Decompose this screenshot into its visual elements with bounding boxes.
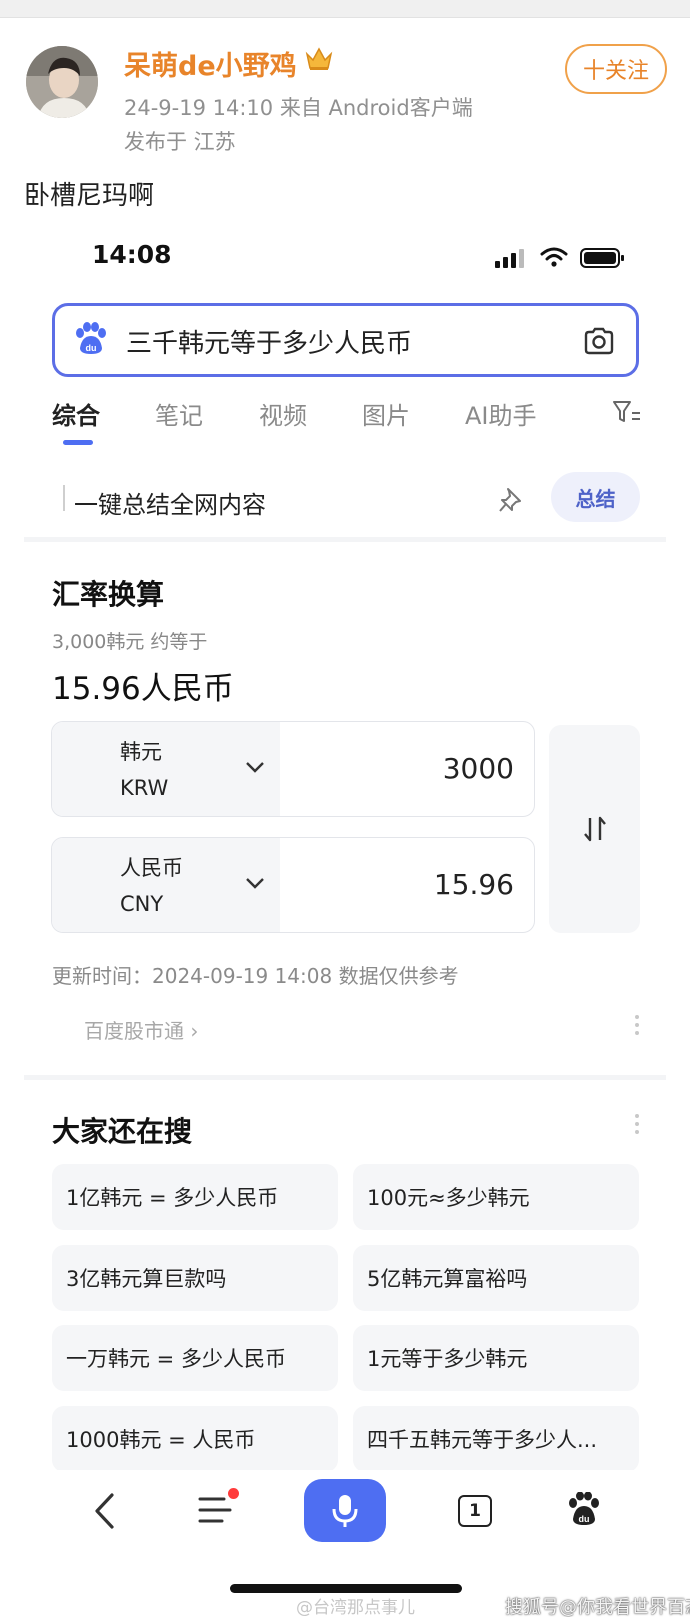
converter-title: 汇率换算 bbox=[52, 578, 165, 611]
related-search-chip[interactable]: 一万韩元 = 多少人民币 bbox=[52, 1325, 338, 1391]
related-search-chip[interactable]: 1元等于多少韩元 bbox=[353, 1325, 639, 1391]
to-currency-name: 人民币 bbox=[120, 856, 183, 880]
update-time: 更新时间：2024-09-19 14:08 数据仅供参考 bbox=[52, 964, 459, 988]
microphone-icon bbox=[332, 1494, 358, 1527]
signal-icon bbox=[495, 249, 524, 268]
home-indicator bbox=[230, 1584, 462, 1593]
related-title: 大家还在搜 bbox=[52, 1115, 193, 1148]
related-search-chip[interactable]: 1000韩元 = 人民币 bbox=[52, 1406, 338, 1472]
watermark-left: @台湾那点事儿 bbox=[296, 1598, 415, 1617]
related-search-chip[interactable]: 四千五韩元等于多少人... bbox=[353, 1406, 639, 1472]
active-tab-indicator bbox=[63, 440, 93, 445]
related-search-chip[interactable]: 3亿韩元算巨款吗 bbox=[52, 1245, 338, 1311]
to-currency-row: 人民币 CNY 15.96 bbox=[51, 837, 535, 933]
related-search-chip[interactable]: 1亿韩元 = 多少人民币 bbox=[52, 1164, 338, 1230]
chevron-down-icon bbox=[246, 762, 264, 773]
voice-search-button[interactable] bbox=[304, 1479, 386, 1542]
from-currency-code: KRW bbox=[120, 776, 169, 800]
baidu-paw-icon[interactable]: du bbox=[566, 1492, 602, 1526]
wifi-icon bbox=[540, 247, 568, 267]
svg-text:du: du bbox=[579, 1514, 590, 1524]
avatar[interactable] bbox=[26, 46, 98, 118]
from-currency-row: 韩元 KRW 3000 bbox=[51, 721, 535, 817]
tab-笔记[interactable]: 笔记 bbox=[155, 396, 203, 431]
notification-dot bbox=[228, 1488, 239, 1499]
camera-icon[interactable] bbox=[583, 327, 615, 355]
to-currency-code: CNY bbox=[120, 892, 164, 916]
watermark-right: 搜狐号@你我看世界百态 bbox=[505, 1597, 690, 1617]
post-meta: 24-9-19 14:10 来自 Android客户端 bbox=[124, 96, 473, 120]
to-amount-input[interactable]: 15.96 bbox=[434, 868, 514, 901]
from-currency-select[interactable]: 韩元 KRW bbox=[52, 722, 280, 816]
baidu-paw-icon: du bbox=[76, 322, 106, 354]
crown-icon bbox=[305, 47, 333, 70]
section-divider bbox=[24, 537, 666, 542]
more-options-icon[interactable] bbox=[634, 1015, 640, 1039]
summary-bar-marker bbox=[63, 485, 65, 511]
window-count-button[interactable]: 1 bbox=[458, 1495, 492, 1527]
search-query[interactable]: 三千韩元等于多少人民币 bbox=[126, 323, 412, 360]
source-link[interactable]: 百度股市通 › bbox=[84, 1015, 198, 1044]
tab-图片[interactable]: 图片 bbox=[362, 396, 410, 431]
swap-currency-button[interactable] bbox=[549, 725, 640, 933]
section-divider bbox=[24, 1075, 666, 1080]
filter-icon[interactable] bbox=[612, 399, 642, 425]
from-amount-input[interactable]: 3000 bbox=[443, 752, 514, 785]
follow-button[interactable]: 十关注 bbox=[565, 44, 667, 94]
summary-button[interactable]: 总结 bbox=[551, 472, 640, 522]
top-strip bbox=[0, 0, 690, 18]
post-text: 卧槽尼玛啊 bbox=[24, 181, 155, 211]
tab-综合[interactable]: 综合 bbox=[52, 396, 100, 431]
status-time: 14:08 bbox=[92, 240, 172, 269]
swap-arrows-icon bbox=[583, 816, 606, 842]
converter-subtitle: 3,000韩元 约等于 bbox=[52, 631, 208, 653]
post-location: 发布于 江苏 bbox=[124, 130, 236, 154]
converter-result: 15.96人民币 bbox=[52, 671, 234, 707]
tab-ai-assistant[interactable]: AI助手 bbox=[465, 396, 537, 431]
username[interactable]: 呆萌de小野鸡 bbox=[124, 44, 297, 83]
to-currency-select[interactable]: 人民币 CNY bbox=[52, 838, 280, 932]
tab-视频[interactable]: 视频 bbox=[259, 396, 307, 431]
more-options-icon[interactable] bbox=[634, 1114, 640, 1138]
chevron-down-icon bbox=[246, 878, 264, 889]
battery-icon bbox=[580, 248, 624, 268]
from-currency-name: 韩元 bbox=[120, 740, 162, 764]
menu-icon[interactable] bbox=[198, 1495, 232, 1525]
back-icon[interactable] bbox=[92, 1492, 116, 1530]
summary-prompt[interactable]: 一键总结全网内容 bbox=[74, 485, 266, 520]
svg-text:du: du bbox=[86, 343, 97, 353]
related-search-chip[interactable]: 5亿韩元算富裕吗 bbox=[353, 1245, 639, 1311]
related-search-chip[interactable]: 100元≈多少韩元 bbox=[353, 1164, 639, 1230]
pin-icon[interactable] bbox=[499, 487, 523, 513]
